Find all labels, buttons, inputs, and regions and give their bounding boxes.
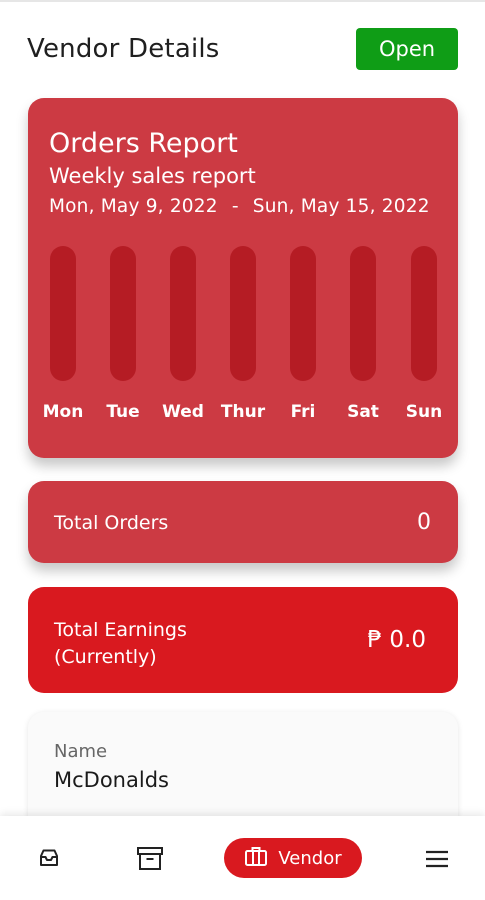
page-title: Vendor Details: [27, 34, 220, 64]
menu-icon[interactable]: [425, 850, 449, 872]
total-earnings-value: ₱ 0.0: [367, 627, 426, 653]
inbox-icon[interactable]: [38, 848, 60, 872]
nav-vendor-label: Vendor: [278, 847, 342, 869]
archive-icon[interactable]: [136, 846, 164, 876]
top-divider: [0, 0, 485, 2]
bottom-navigation: Vendor: [0, 816, 485, 900]
day-label-thur: Thur: [220, 402, 266, 422]
bar-sat: [350, 246, 376, 381]
day-label-sun: Sun: [405, 402, 443, 422]
bar-thur: [230, 246, 256, 381]
report-subtitle: Weekly sales report: [49, 164, 256, 188]
day-label-mon: Mon: [42, 402, 84, 422]
name-value: McDonalds: [54, 768, 169, 792]
total-orders-value: 0: [417, 510, 431, 535]
orders-report-card: Orders Report Weekly sales report Mon, M…: [28, 98, 458, 458]
day-labels: Mon Tue Wed Thur Fri Sat Sun: [28, 402, 458, 426]
bar-tue: [110, 246, 136, 381]
day-label-sat: Sat: [347, 402, 379, 422]
bar-sun: [411, 246, 437, 381]
day-label-wed: Wed: [162, 402, 204, 422]
bar-fri: [290, 246, 316, 381]
day-label-tue: Tue: [106, 402, 140, 422]
nav-vendor-button[interactable]: Vendor: [224, 838, 362, 878]
range-separator: -: [231, 196, 239, 217]
bar-wed: [170, 246, 196, 381]
range-end: Sun, May 15, 2022: [252, 196, 430, 217]
total-earnings-card: Total Earnings (Currently) ₱ 0.0: [28, 587, 458, 693]
open-status-button[interactable]: Open: [356, 28, 458, 70]
total-earnings-label: Total Earnings (Currently): [54, 617, 187, 671]
report-date-range: Mon, May 9, 2022 - Sun, May 15, 2022: [49, 196, 430, 217]
vendor-icon: [244, 845, 268, 872]
total-earnings-label-line2: (Currently): [54, 646, 157, 668]
report-title: Orders Report: [49, 128, 238, 159]
bar-mon: [50, 246, 76, 381]
total-orders-label: Total Orders: [54, 512, 169, 534]
range-start: Mon, May 9, 2022: [49, 196, 218, 217]
total-orders-card: Total Orders 0: [28, 481, 458, 563]
weekly-bar-chart: [28, 246, 458, 381]
day-label-fri: Fri: [290, 402, 316, 422]
name-label: Name: [54, 741, 108, 762]
total-earnings-label-line1: Total Earnings: [54, 619, 187, 641]
header: Vendor Details Open: [0, 24, 485, 76]
